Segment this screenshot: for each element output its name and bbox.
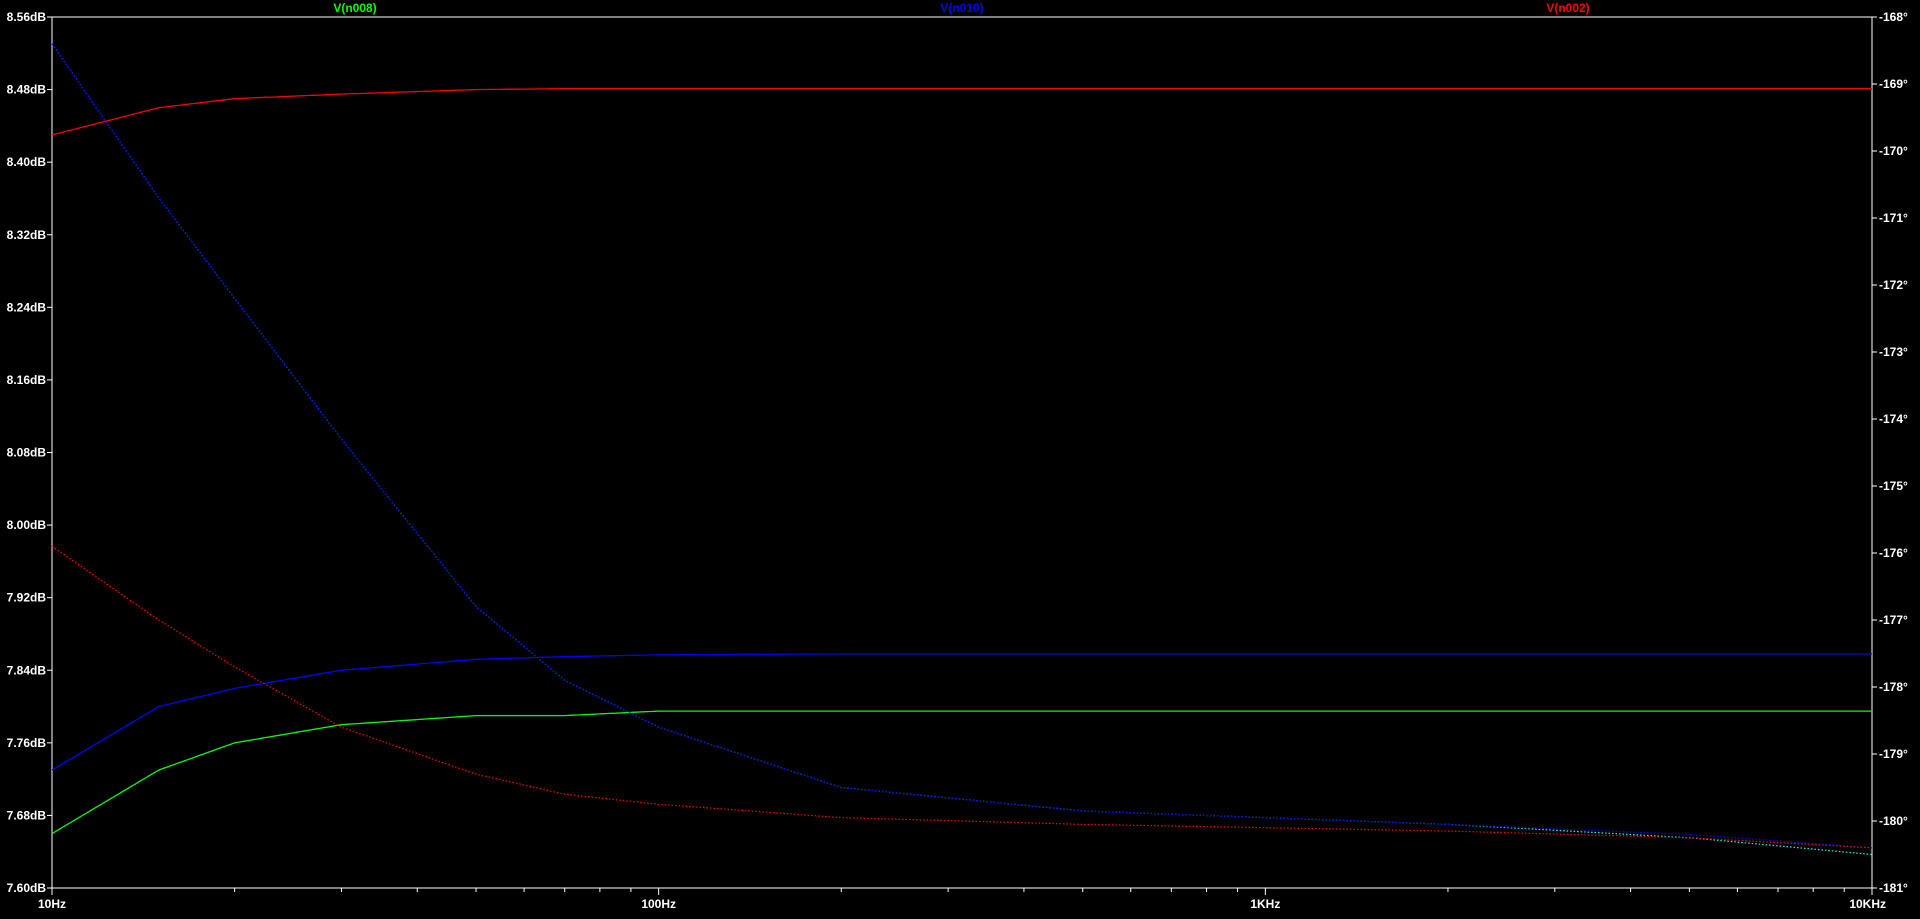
y-left-tick-label: 8.24dB [7,300,47,314]
y-right-tick-label: -168° [1879,10,1908,24]
plot-axes: 8.56dB 8.48dB 8.40dB 8.32dB 8.24dB 8.16dB 8.08… [7,10,1908,911]
trace-layer [51,43,1873,856]
legend-entry[interactable]: V(n008) [333,1,376,15]
legend: V(n008) V(n010) V(n002) [333,1,1589,15]
y-left-tick-label: 8.08dB [7,446,47,460]
plot-canvas: 8.56dB 8.48dB 8.40dB 8.32dB 8.24dB 8.16dB 8.08… [7,1,1908,911]
magnitude-trace-v-n008 [51,710,1872,835]
x-tick-label: 1KHz [1250,897,1280,911]
y-left-tick-label: 7.60dB [7,881,47,895]
magnitude-trace-v-n002 [51,88,1872,136]
y-left-tick-label: 7.84dB [7,663,47,677]
y-left-tick-label: 8.16dB [7,373,47,387]
legend-entry[interactable]: V(n010) [940,1,983,15]
y-left-tick-label: 8.56dB [7,10,47,24]
x-tick-label: 100Hz [641,897,676,911]
magnitude-trace-v-n010 [51,653,1872,771]
y-right-tick-label: -171° [1879,211,1908,225]
phase-trace-v-n002 [51,545,1873,849]
y-left-tick-label: 8.32dB [7,228,47,242]
x-tick-label: 10Hz [38,897,66,911]
y-right-tick-label: -176° [1879,546,1908,560]
y-left-tick-label: 7.68dB [7,808,47,822]
y-right-tick-label: -174° [1879,412,1908,426]
y-right-tick-label: -170° [1879,144,1908,158]
y-right-tick-label: -181° [1879,881,1908,895]
y-right-tick-label: -172° [1879,278,1908,292]
y-right-tick-label: -178° [1879,680,1908,694]
y-right-tick-label: -180° [1879,814,1908,828]
phase-trace-v-n008 [51,43,1873,856]
y-right-tick-label: -179° [1879,747,1908,761]
y-right-tick-label: -177° [1879,613,1908,627]
plot-frame [51,16,1873,889]
y-right-tick-label: -175° [1879,479,1908,493]
y-right-tick-label: -173° [1879,345,1908,359]
x-tick-label: 10KHz [1849,897,1886,911]
y-left-tick-label: 7.76dB [7,736,47,750]
y-left-tick-label: 8.40dB [7,155,47,169]
legend-entry[interactable]: V(n002) [1546,1,1589,15]
y-left-tick-label: 7.92dB [7,591,47,605]
y-right-tick-label: -169° [1879,77,1908,91]
y-left-tick-label: 8.00dB [7,518,47,532]
bode-plot: 8.56dB 8.48dB 8.40dB 8.32dB 8.24dB 8.16dB 8.08… [0,0,1920,914]
y-left-tick-label: 8.48dB [7,83,47,97]
